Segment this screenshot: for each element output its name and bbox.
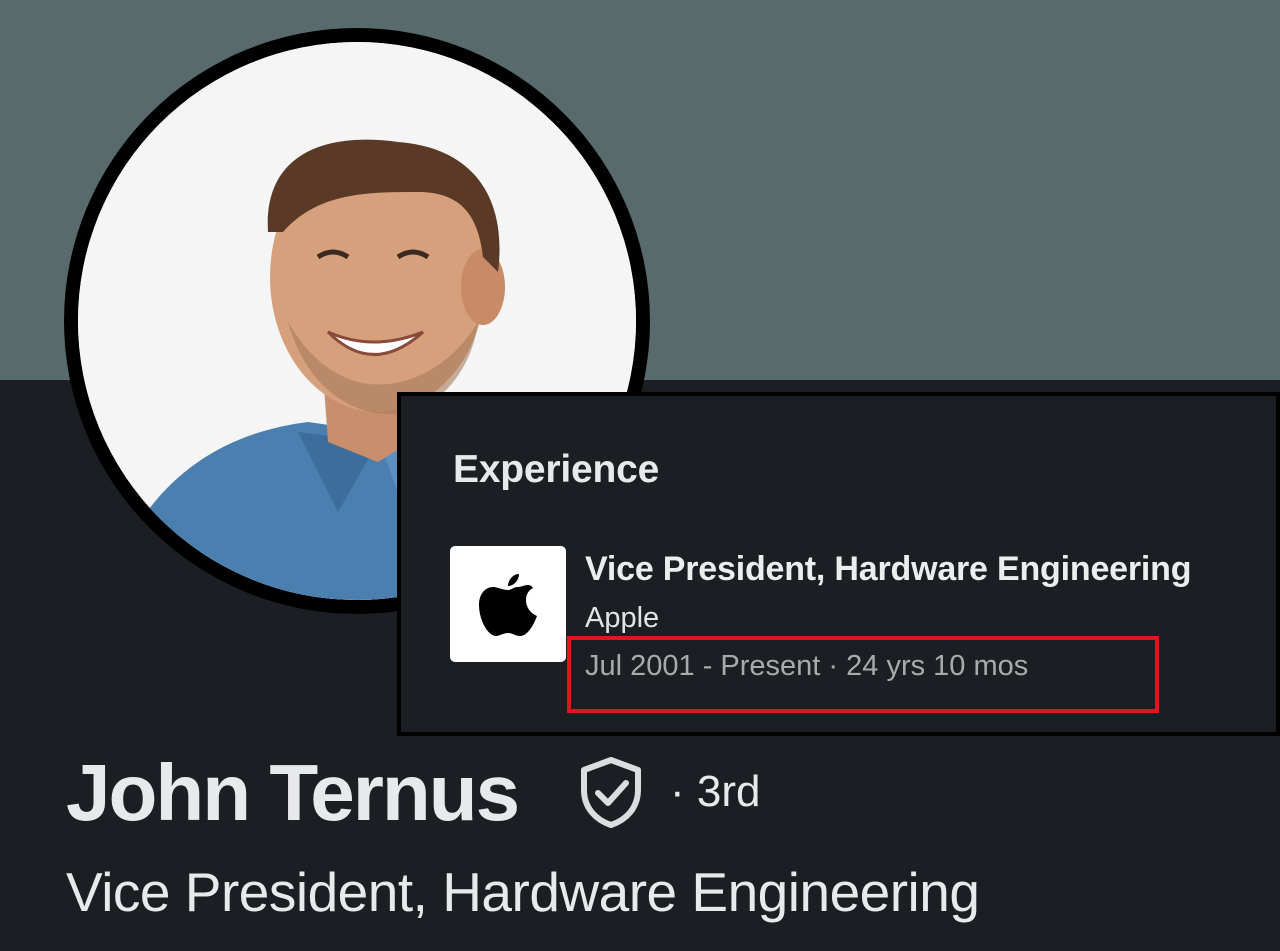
apple-logo-icon [479, 574, 537, 636]
experience-popup: Experience Vice President, Hardware Engi… [397, 392, 1280, 736]
experience-duration: Jul 2001 - Present · 24 yrs 10 mos [585, 650, 1029, 682]
profile-name: John Ternus [66, 748, 520, 837]
company-logo[interactable] [450, 546, 566, 662]
experience-company-name[interactable]: Apple [585, 602, 659, 635]
connection-degree: · 3rd [670, 767, 761, 816]
experience-heading: Experience [453, 448, 660, 491]
experience-role-title[interactable]: Vice President, Hardware Engineering [585, 550, 1191, 589]
shield-check-icon[interactable] [576, 756, 646, 833]
profile-page: Experience Vice President, Hardware Engi… [0, 0, 1280, 951]
profile-headline: Vice President, Hardware Engineering [66, 861, 980, 923]
